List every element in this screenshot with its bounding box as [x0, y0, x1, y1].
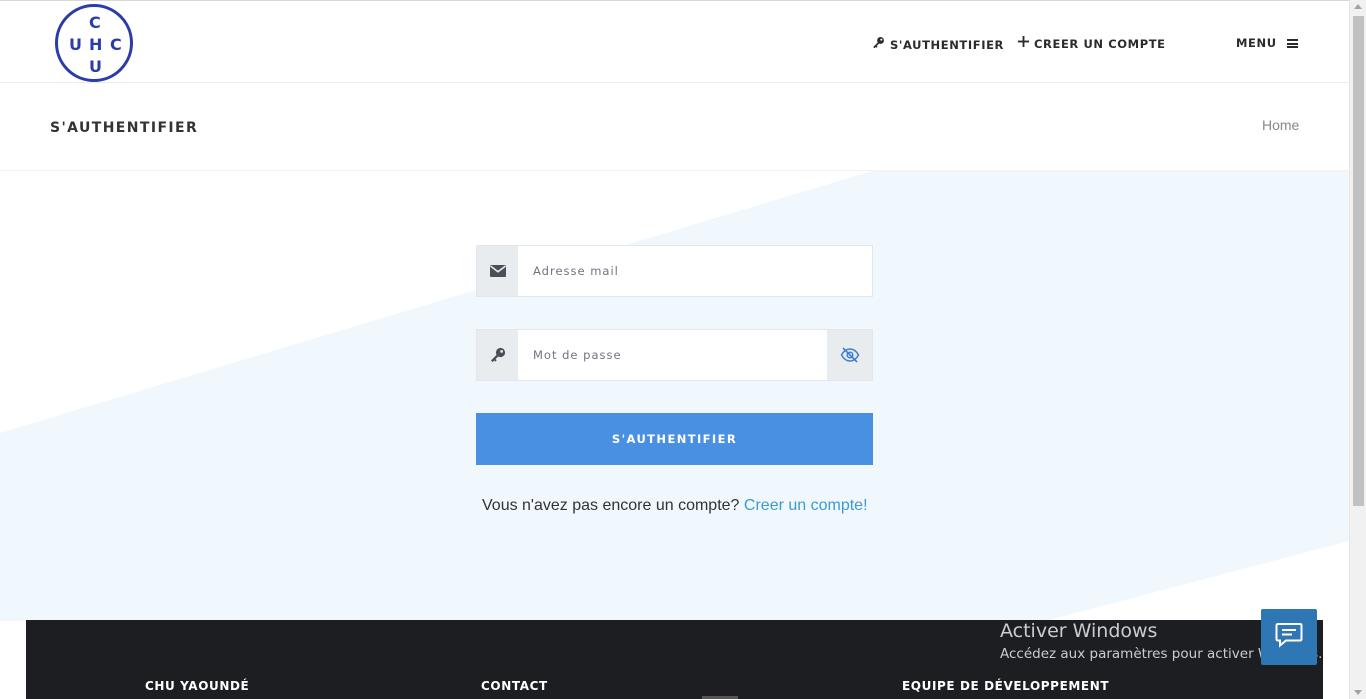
- scroll-down-arrow-icon[interactable]: [1354, 690, 1362, 695]
- nav-login-link[interactable]: S'AUTHENTIFIER: [872, 36, 1004, 53]
- site-logo[interactable]: C U H C U: [55, 4, 133, 82]
- nav-menu-label: MENU: [1236, 36, 1277, 50]
- page-title: S'AUTHENTIFIER: [50, 120, 199, 136]
- site-footer: CHU YAOUNDÉ CONTACT EQUIPE DE DÉVELOPPEM…: [26, 620, 1323, 699]
- password-input[interactable]: [518, 330, 827, 380]
- plus-icon: [1018, 36, 1029, 51]
- logo-letter-right: C: [110, 35, 122, 54]
- key-icon: [477, 330, 518, 380]
- page-scrollbar[interactable]: [1349, 0, 1366, 699]
- chat-bubble-icon: [1275, 622, 1303, 653]
- nav-create-account-link[interactable]: CREER UN COMPTE: [1018, 36, 1166, 51]
- scroll-up-arrow-icon[interactable]: [1354, 4, 1362, 9]
- background-shape: [0, 171, 1349, 621]
- email-field: [476, 245, 873, 297]
- password-field: [476, 329, 873, 381]
- hamburger-icon: [1286, 38, 1298, 48]
- breadcrumb-home-link[interactable]: Home: [1262, 117, 1299, 133]
- nav-create-account-label: CREER UN COMPTE: [1034, 36, 1166, 51]
- footer-heading-contact: CONTACT: [481, 679, 548, 693]
- envelope-icon: [477, 246, 518, 296]
- footer-heading-dev-team: EQUIPE DE DÉVELOPPEMENT: [902, 679, 1110, 693]
- create-account-link[interactable]: Creer un compte!: [744, 497, 868, 514]
- nav-login-label: S'AUTHENTIFIER: [890, 37, 1005, 52]
- logo-letter-middle: H: [89, 35, 103, 54]
- key-icon: [872, 36, 885, 53]
- site-header: C U H C U S'AUTHENTIFIER CREER UN COMPTE…: [0, 0, 1349, 83]
- email-input[interactable]: [518, 246, 872, 296]
- login-submit-button[interactable]: S'AUTHENTIFIER: [476, 413, 873, 465]
- logo-letter-left: U: [69, 35, 82, 54]
- chat-button[interactable]: [1261, 609, 1317, 665]
- page: C U H C U S'AUTHENTIFIER CREER UN COMPTE…: [0, 0, 1366, 699]
- eye-slash-icon[interactable]: [827, 330, 872, 380]
- scrollbar-thumb[interactable]: [1353, 16, 1364, 506]
- logo-letter-bottom: U: [89, 57, 102, 76]
- login-section: [0, 171, 1349, 621]
- logo-letter-top: C: [89, 13, 101, 32]
- nav-menu-button[interactable]: MENU: [1236, 36, 1298, 50]
- page-title-bar: S'AUTHENTIFIER Home: [0, 83, 1349, 171]
- signup-prompt-text: Vous n'avez pas encore un compte?: [482, 497, 740, 514]
- footer-heading-chu: CHU YAOUNDÉ: [145, 679, 250, 693]
